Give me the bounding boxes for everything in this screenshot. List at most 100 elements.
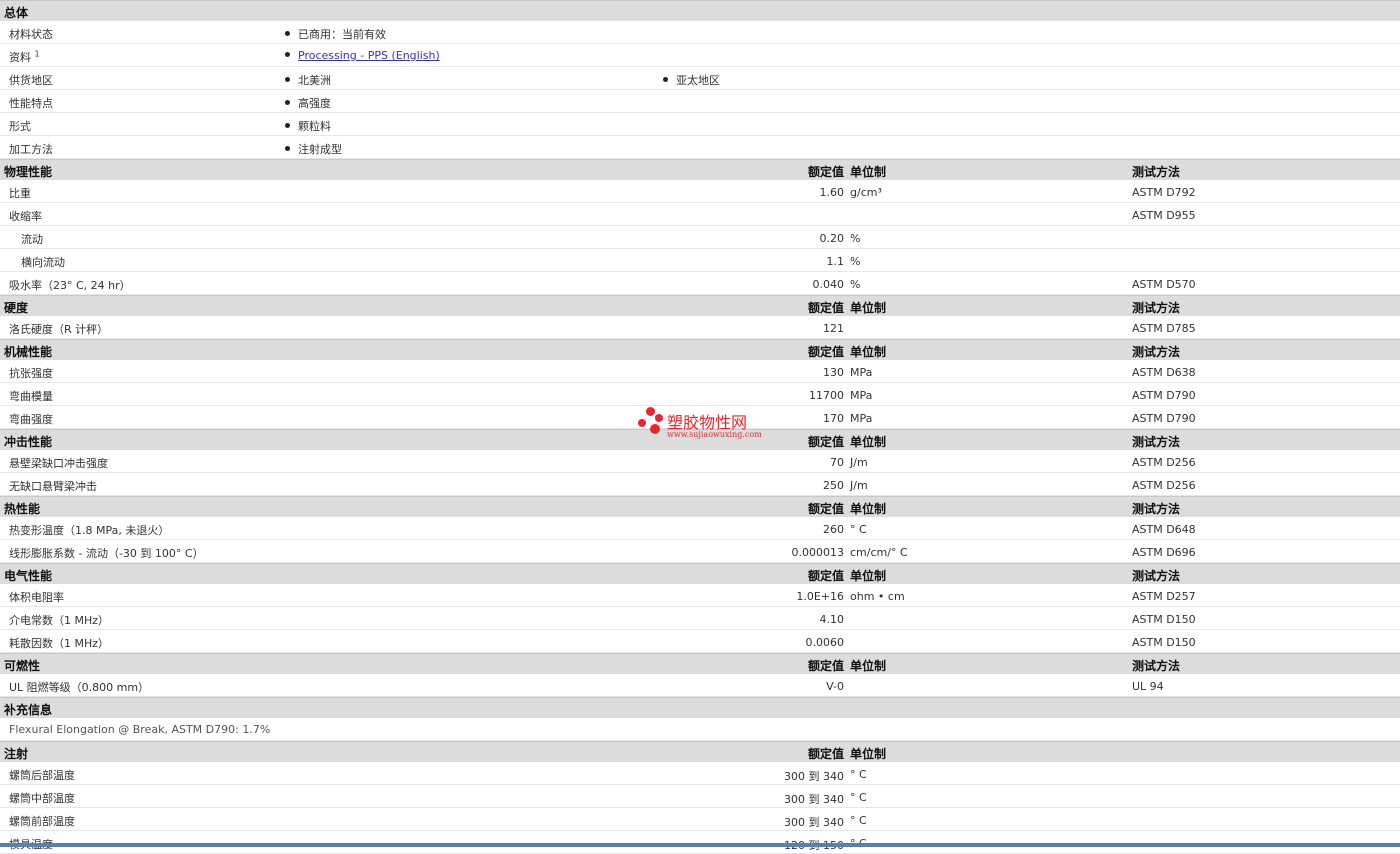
property-test: ASTM D638 xyxy=(1132,366,1196,379)
property-value: 250 xyxy=(823,479,844,492)
property-value: 170 xyxy=(823,412,844,425)
property-value: 1.0E+16 xyxy=(796,590,844,603)
col-header-unit: 单位制 xyxy=(850,502,887,516)
property-label: 无缺口悬臂梁冲击 xyxy=(9,480,97,493)
property-unit: % xyxy=(850,232,861,245)
property-label: 流动 xyxy=(21,233,43,246)
col-header-unit: 单位制 xyxy=(850,165,887,179)
row-label: 材料状态 xyxy=(9,28,53,41)
col-header-value: 额定值 xyxy=(807,301,844,315)
section-title: 机械性能 xyxy=(4,345,53,359)
property-label: 横向流动 xyxy=(21,256,65,269)
property-test: ASTM D792 xyxy=(1132,186,1196,199)
section-title: 热性能 xyxy=(4,502,41,516)
property-row: 螺筒后部温度 300 到 340 ° C xyxy=(0,762,1400,785)
supplement-row: Flexural Elongation @ Break, ASTM D790: … xyxy=(0,718,1400,741)
col-header-unit: 单位制 xyxy=(850,301,887,315)
property-row: 耗散因数（1 MHz） 0.0060 ASTM D150 xyxy=(0,630,1400,653)
row-label: 性能特点 xyxy=(9,97,53,110)
property-value: 260 xyxy=(823,523,844,536)
property-test: ASTM D955 xyxy=(1132,209,1196,222)
property-test: ASTM D570 xyxy=(1132,278,1196,291)
section-header-general: 总体 xyxy=(0,0,1400,21)
bullet-item: 注射成型 xyxy=(285,141,342,157)
row-label: 形式 xyxy=(9,120,31,133)
property-unit: % xyxy=(850,255,861,268)
property-row: 横向流动 1.1 % xyxy=(0,249,1400,272)
section-title: 电气性能 xyxy=(4,569,53,583)
section-header-injection: 注射 额定值 单位制 xyxy=(0,741,1400,762)
col-header-test: 测试方法 xyxy=(1132,301,1181,315)
property-test: ASTM D696 xyxy=(1132,546,1196,559)
property-row: 热变形温度（1.8 MPa, 未退火） 260 ° C ASTM D648 xyxy=(0,517,1400,540)
bullet-item: 北美洲 xyxy=(285,72,331,88)
col-header-test: 测试方法 xyxy=(1132,659,1181,673)
property-value: 0.000013 xyxy=(791,546,845,559)
property-unit: MPa xyxy=(850,366,873,379)
col-header-value: 额定值 xyxy=(807,345,844,359)
property-value: 1.1 xyxy=(826,255,845,268)
section-header-flammability: 可燃性 额定值 单位制 测试方法 xyxy=(0,653,1400,674)
property-row: UL 阻燃等级（0.800 mm） V-0 UL 94 xyxy=(0,674,1400,697)
property-test: ASTM D785 xyxy=(1132,322,1196,335)
property-test: ASTM D256 xyxy=(1132,456,1196,469)
property-value: 0.040 xyxy=(812,278,845,291)
property-label: 螺筒中部温度 xyxy=(9,792,75,805)
property-label: 吸水率（23° C, 24 hr） xyxy=(9,279,131,292)
property-unit: J/m xyxy=(850,479,868,492)
property-test: ASTM D150 xyxy=(1132,613,1196,626)
section-title: 冲击性能 xyxy=(4,435,53,449)
supplement-note: Flexural Elongation @ Break, ASTM D790: … xyxy=(9,723,271,736)
bullet-item: 已商用：当前有效 xyxy=(285,26,386,42)
property-unit: ° C xyxy=(850,791,867,804)
watermark-url: www.sujiaowuxing.com xyxy=(667,430,762,439)
col-header-unit: 单位制 xyxy=(850,747,887,761)
property-label: UL 阻燃等级（0.800 mm） xyxy=(9,681,150,694)
general-row-status: 材料状态 已商用：当前有效 xyxy=(0,21,1400,44)
bottom-scroll-edge xyxy=(0,843,1400,847)
property-label: 体积电阻率 xyxy=(9,591,64,604)
property-value: 1.60 xyxy=(819,186,845,199)
property-label: 介电常数（1 MHz） xyxy=(9,614,110,627)
bullet-icon xyxy=(285,100,290,105)
property-label: 收缩率 xyxy=(9,210,42,223)
property-row: 线形膨胀系数 - 流动（-30 到 100° C） 0.000013 cm/cm… xyxy=(0,540,1400,563)
property-value: V-0 xyxy=(826,680,844,693)
col-header-value: 额定值 xyxy=(807,659,844,673)
property-label: 弯曲模量 xyxy=(9,390,53,403)
logo-dot-icon xyxy=(650,424,660,434)
property-unit: MPa xyxy=(850,389,873,402)
property-label: 洛氏硬度（R 计秤） xyxy=(9,323,109,336)
property-label: 弯曲强度 xyxy=(9,413,53,426)
bullet-icon xyxy=(663,77,668,82)
general-row-process: 加工方法 注射成型 xyxy=(0,136,1400,159)
row-label: 加工方法 xyxy=(9,143,53,156)
property-label: 抗张强度 xyxy=(9,367,53,380)
bullet-item: 颗粒料 xyxy=(285,118,331,134)
property-row: 吸水率（23° C, 24 hr） 0.040 % ASTM D570 xyxy=(0,272,1400,295)
property-row: 螺筒中部温度 300 到 340 ° C xyxy=(0,785,1400,808)
property-value: 300 到 340 xyxy=(784,816,844,829)
property-row: 比重 1.60 g/cm³ ASTM D792 xyxy=(0,180,1400,203)
bullet-icon xyxy=(285,146,290,151)
property-label: 线形膨胀系数 - 流动（-30 到 100° C） xyxy=(9,547,204,560)
property-label: 热变形温度（1.8 MPa, 未退火） xyxy=(9,524,170,537)
col-header-value: 额定值 xyxy=(807,502,844,516)
col-header-test: 测试方法 xyxy=(1132,502,1181,516)
section-header-thermal: 热性能 额定值 单位制 测试方法 xyxy=(0,496,1400,517)
property-label: 比重 xyxy=(9,187,31,200)
property-row: 抗张强度 130 MPa ASTM D638 xyxy=(0,360,1400,383)
col-header-test: 测试方法 xyxy=(1132,569,1181,583)
processing-doc-link[interactable]: Processing - PPS (English) xyxy=(298,49,440,62)
general-row-region: 供货地区 北美洲 亚太地区 xyxy=(0,67,1400,90)
property-row: 体积电阻率 1.0E+16 ohm • cm ASTM D257 xyxy=(0,584,1400,607)
property-row: 无缺口悬臂梁冲击 250 J/m ASTM D256 xyxy=(0,473,1400,496)
property-value: 121 xyxy=(823,322,844,335)
property-unit: cm/cm/° C xyxy=(850,546,908,559)
col-header-value: 额定值 xyxy=(807,165,844,179)
property-test: ASTM D790 xyxy=(1132,412,1196,425)
section-title: 总体 xyxy=(4,6,29,20)
bullet-icon xyxy=(285,123,290,128)
property-unit: J/m xyxy=(850,456,868,469)
property-test: ASTM D256 xyxy=(1132,479,1196,492)
